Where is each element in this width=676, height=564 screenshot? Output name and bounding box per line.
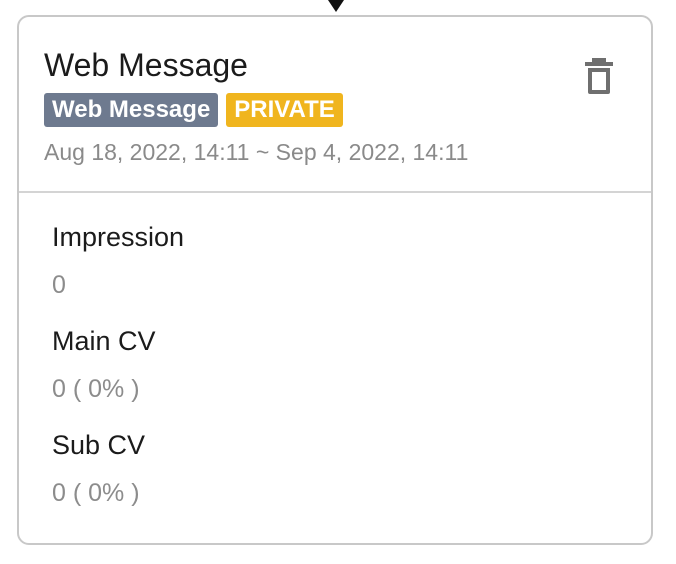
metric-label: Main CV — [52, 326, 156, 356]
metric-value: 0 — [52, 271, 66, 299]
metric-value: 0 ( 0% ) — [52, 479, 140, 507]
metric-impression: Impression 0 — [52, 219, 651, 303]
trash-icon — [585, 58, 613, 94]
card-title: Web Message — [44, 47, 248, 83]
status-badge: PRIVATE — [226, 93, 343, 127]
metric-label: Sub CV — [52, 430, 146, 460]
arrow-down-icon — [328, 0, 344, 12]
metric-main-cv: Main CV 0 ( 0% ) — [52, 323, 651, 407]
metric-value: 0 ( 0% ) — [52, 375, 140, 403]
type-badge: Web Message — [44, 93, 219, 127]
metric-sub-cv: Sub CV 0 ( 0% ) — [52, 427, 651, 511]
metrics-section: Impression 0 Main CV 0 ( 0% ) Sub CV 0 (… — [19, 193, 651, 511]
date-range: Aug 18, 2022, 14:11 ~ Sep 4, 2022, 14:11 — [44, 139, 469, 165]
delete-button[interactable] — [583, 57, 615, 95]
card-header: Web Message Web Message PRIVATE Aug 18, … — [19, 17, 651, 193]
badge-group: Web Message PRIVATE — [44, 93, 651, 127]
metric-label: Impression — [52, 222, 185, 252]
web-message-card[interactable]: Web Message Web Message PRIVATE Aug 18, … — [17, 15, 653, 545]
